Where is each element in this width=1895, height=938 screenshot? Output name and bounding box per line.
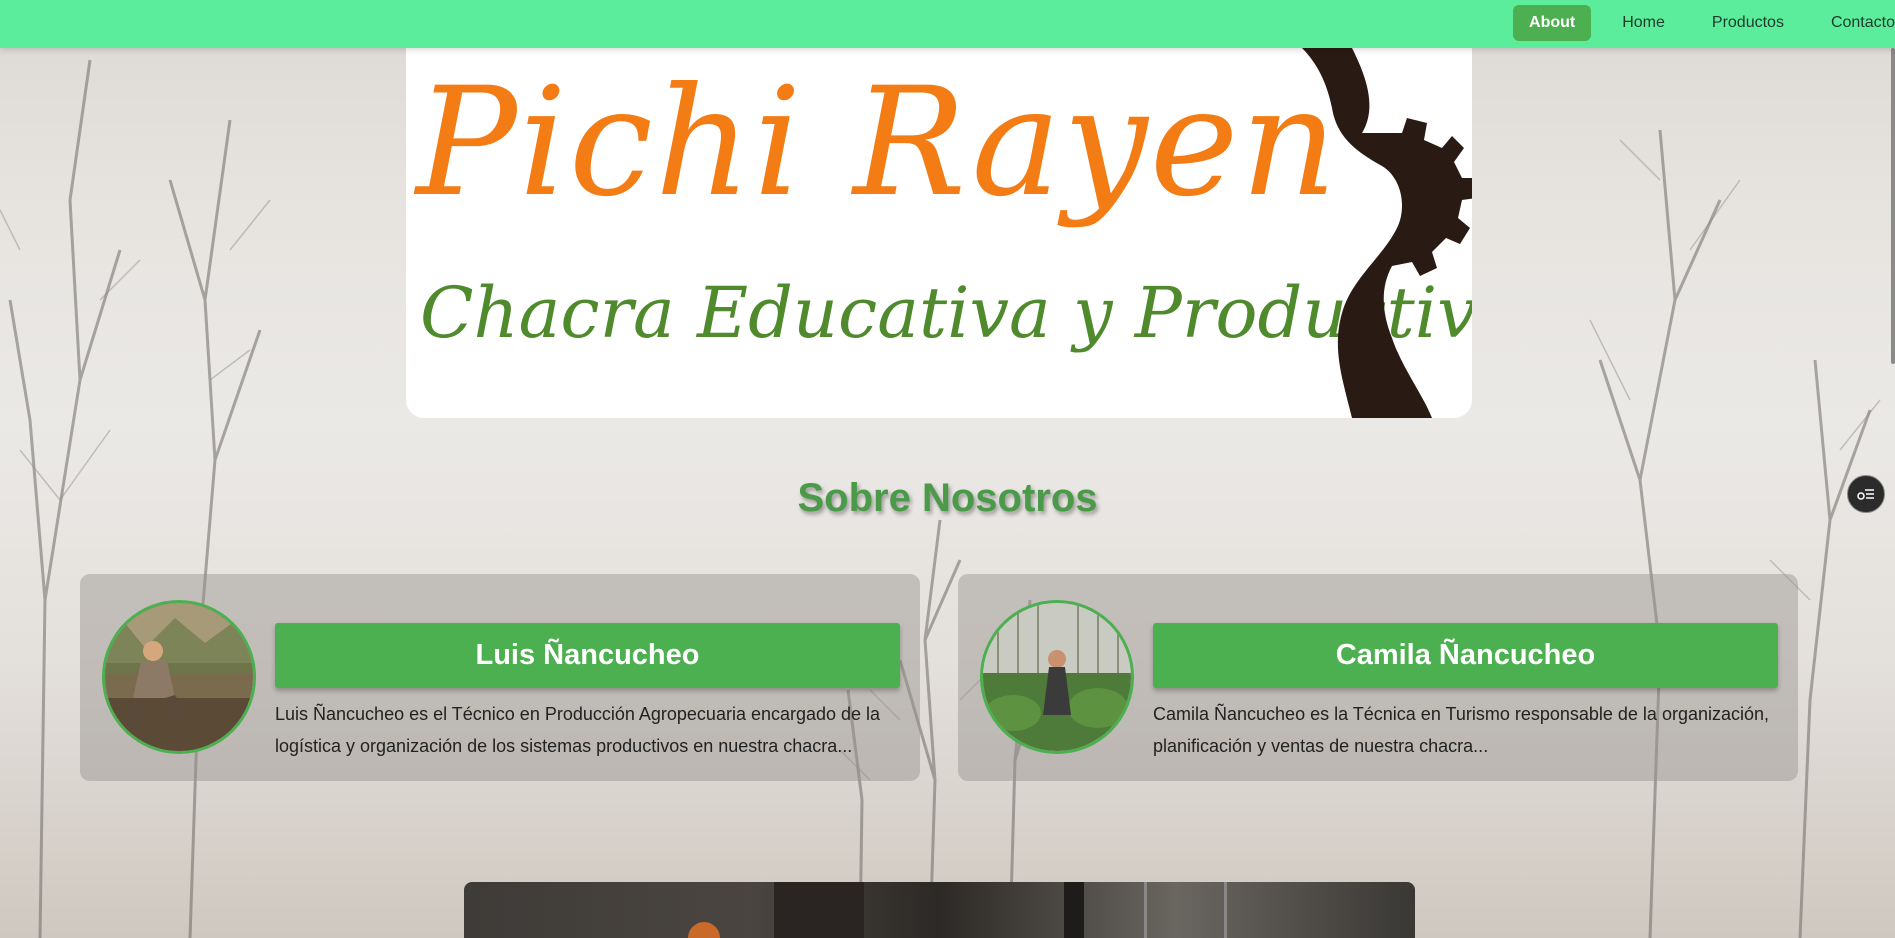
man-in-field-photo	[105, 603, 253, 751]
nav-productos[interactable]: Productos	[1696, 5, 1800, 41]
member-description: Camila Ñancucheo es la Técnica en Turism…	[1153, 704, 1770, 756]
settings-list-icon	[1857, 489, 1874, 500]
member-name: Camila Ñancucheo	[1153, 623, 1778, 688]
logo-banner: Pichi Rayen Chacra Educativa y Productiv…	[406, 48, 1472, 418]
logo-title: Pichi Rayen	[416, 56, 1340, 230]
avatar	[102, 600, 256, 754]
nav-about[interactable]: About	[1513, 5, 1592, 41]
avatar	[980, 600, 1134, 754]
section-title: Sobre Nosotros	[797, 476, 1098, 520]
member-name: Luis Ñancucheo	[275, 623, 900, 688]
top-navbar: About Home Productos Contacto	[0, 0, 1895, 48]
featured-photo	[464, 882, 1415, 938]
woman-in-garden-photo	[983, 603, 1131, 751]
gear-logo-icon	[1302, 48, 1472, 418]
nav-home[interactable]: Home	[1606, 5, 1681, 41]
nav-contacto[interactable]: Contacto	[1815, 5, 1895, 41]
team-card-camila: Camila Ñancucheo Camila Ñancucheo es la …	[958, 574, 1798, 781]
team-card-luis: Luis Ñancucheo Luis Ñancucheo es el Técn…	[80, 574, 920, 781]
floating-settings-button[interactable]	[1847, 475, 1885, 513]
people-working-photo	[688, 882, 1227, 938]
nav-links: About Home Productos Contacto	[1498, 5, 1895, 41]
member-description: Luis Ñancucheo es el Técnico en Producci…	[275, 704, 881, 756]
page-scrollbar[interactable]	[1891, 48, 1895, 364]
